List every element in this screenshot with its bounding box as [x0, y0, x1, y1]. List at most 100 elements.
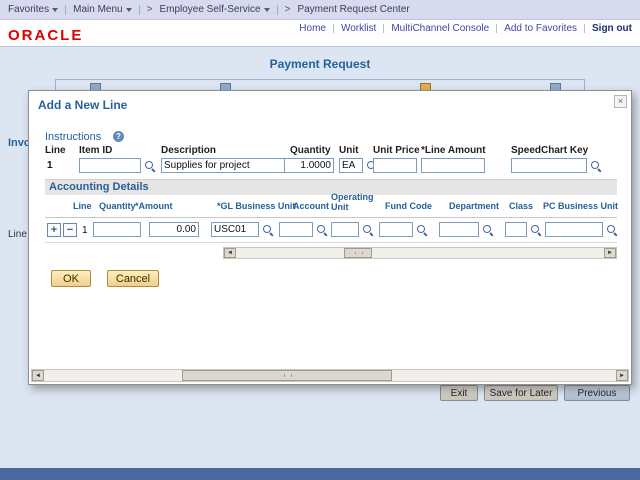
chevron-down-icon — [52, 8, 58, 12]
worklist-link[interactable]: Worklist — [341, 23, 376, 34]
speedchart-lookup-icon[interactable] — [590, 160, 602, 172]
unit-price-label: Unit Price — [373, 145, 420, 156]
footer-bar — [0, 468, 640, 480]
help-icon[interactable]: ? — [113, 131, 124, 142]
oracle-logo: ORACLE — [8, 27, 83, 44]
row-pc-business-unit-field[interactable] — [545, 222, 603, 237]
sign-out-link[interactable]: Sign out — [592, 23, 632, 34]
column-header-fund-code: Fund Code — [385, 201, 432, 211]
unit-field[interactable] — [339, 158, 363, 173]
dialog-scrollbar-thumb[interactable] — [182, 370, 392, 381]
save-for-later-button[interactable]: Save for Later — [484, 385, 558, 401]
breadcrumb-favorites[interactable]: Favorites — [8, 4, 58, 15]
account-lookup-icon[interactable] — [316, 224, 328, 236]
line-label: Line — [45, 145, 66, 156]
dialog-title: Add a New Line — [38, 98, 127, 112]
quantity-field[interactable] — [284, 158, 334, 173]
breadcrumb-gt: > — [147, 4, 153, 15]
column-header-operating-unit: Operating Unit — [331, 192, 379, 212]
grid-scrollbar-thumb[interactable] — [344, 248, 372, 258]
item-id-label: Item ID — [79, 145, 112, 156]
description-label: Description — [161, 145, 216, 156]
chevron-down-icon — [264, 8, 270, 12]
background-line-heading: Line — [8, 229, 27, 240]
fund-code-lookup-icon[interactable] — [416, 224, 428, 236]
speedchart-key-field[interactable] — [511, 158, 587, 173]
item-id-field[interactable] — [79, 158, 141, 173]
pc-business-unit-lookup-icon[interactable] — [606, 224, 618, 236]
scroll-left-icon[interactable] — [224, 248, 236, 258]
row-account-field[interactable] — [279, 222, 313, 237]
row-gl-business-unit-field[interactable] — [211, 222, 259, 237]
column-header-class: Class — [509, 201, 533, 211]
breadcrumb-favorites-label: Favorites — [8, 4, 49, 15]
line-amount-label: *Line Amount — [421, 145, 486, 156]
quantity-label: Quantity — [290, 145, 331, 156]
breadcrumb-separator — [277, 5, 278, 15]
link-separator — [333, 24, 334, 33]
row-fund-code-field[interactable] — [379, 222, 413, 237]
line-amount-field[interactable] — [421, 158, 485, 173]
row-amount-field[interactable] — [149, 222, 199, 237]
gl-business-unit-lookup-icon[interactable] — [262, 224, 274, 236]
breadcrumb-main-menu-label: Main Menu — [73, 4, 122, 15]
unit-label: Unit — [339, 145, 358, 156]
breadcrumb-prc-label: Payment Request Center — [297, 4, 409, 15]
row-class-field[interactable] — [505, 222, 527, 237]
link-separator — [383, 24, 384, 33]
row-department-field[interactable] — [439, 222, 479, 237]
grid-header-rule — [45, 217, 617, 218]
header-links: Home Worklist MultiChannel Console Add t… — [299, 23, 632, 34]
class-lookup-icon[interactable] — [530, 224, 542, 236]
column-header-quantity: Quantity — [99, 201, 136, 211]
grid-row-rule — [45, 242, 617, 243]
description-field[interactable] — [161, 158, 303, 173]
breadcrumb-separator — [65, 5, 66, 15]
column-header-gl-business-unit: *GL Business Unit — [217, 201, 295, 211]
previous-button[interactable]: Previous — [564, 385, 630, 401]
line-number-value: 1 — [47, 160, 53, 171]
ok-button[interactable]: OK — [51, 270, 91, 287]
scroll-right-icon[interactable] — [616, 370, 628, 381]
grid-horizontal-scrollbar[interactable] — [223, 247, 617, 259]
add-to-favorites-link[interactable]: Add to Favorites — [504, 23, 577, 34]
chevron-down-icon — [126, 8, 132, 12]
operating-unit-lookup-icon[interactable] — [362, 224, 374, 236]
instructions-link[interactable]: Instructions — [45, 131, 101, 143]
multichannel-console-link[interactable]: MultiChannel Console — [391, 23, 489, 34]
breadcrumb: Favorites Main Menu > Employee Self-Serv… — [0, 0, 640, 20]
scroll-right-icon[interactable] — [604, 248, 616, 258]
delete-row-button[interactable]: − — [63, 223, 77, 237]
column-header-account: Account — [293, 201, 329, 211]
link-separator — [584, 24, 585, 33]
speedchart-key-label: SpeedChart Key — [511, 145, 588, 156]
breadcrumb-main-menu[interactable]: Main Menu — [73, 4, 131, 15]
row-line-number: 1 — [82, 225, 88, 236]
exit-button[interactable]: Exit — [440, 385, 478, 401]
home-link[interactable]: Home — [299, 23, 326, 34]
breadcrumb-gt: > — [285, 4, 291, 15]
column-header-department: Department — [449, 201, 499, 211]
row-operating-unit-field[interactable] — [331, 222, 359, 237]
breadcrumb-separator — [139, 5, 140, 15]
breadcrumb-ess-label: Employee Self-Service — [159, 4, 260, 15]
close-icon[interactable]: × — [614, 95, 627, 108]
brand-bar: ORACLE Home Worklist MultiChannel Consol… — [0, 20, 640, 46]
cancel-button[interactable]: Cancel — [107, 270, 159, 287]
unit-price-field[interactable] — [373, 158, 417, 173]
add-new-line-dialog: Add a New Line × Instructions ? Line Ite… — [28, 90, 632, 385]
column-header-pc-business-unit: PC Business Unit — [543, 201, 618, 211]
add-row-button[interactable]: + — [47, 223, 61, 237]
column-header-line: Line — [73, 201, 92, 211]
department-lookup-icon[interactable] — [482, 224, 494, 236]
scroll-left-icon[interactable] — [32, 370, 44, 381]
dialog-horizontal-scrollbar[interactable] — [31, 369, 629, 382]
application-window: Favorites Main Menu > Employee Self-Serv… — [0, 0, 640, 480]
row-quantity-field[interactable] — [93, 222, 141, 237]
link-separator — [496, 24, 497, 33]
page-title: Payment Request — [0, 57, 640, 71]
breadcrumb-payment-request-center[interactable]: Payment Request Center — [297, 4, 409, 15]
item-id-lookup-icon[interactable] — [144, 160, 156, 172]
column-header-amount: *Amount — [135, 201, 173, 211]
breadcrumb-employee-self-service[interactable]: Employee Self-Service — [159, 4, 269, 15]
